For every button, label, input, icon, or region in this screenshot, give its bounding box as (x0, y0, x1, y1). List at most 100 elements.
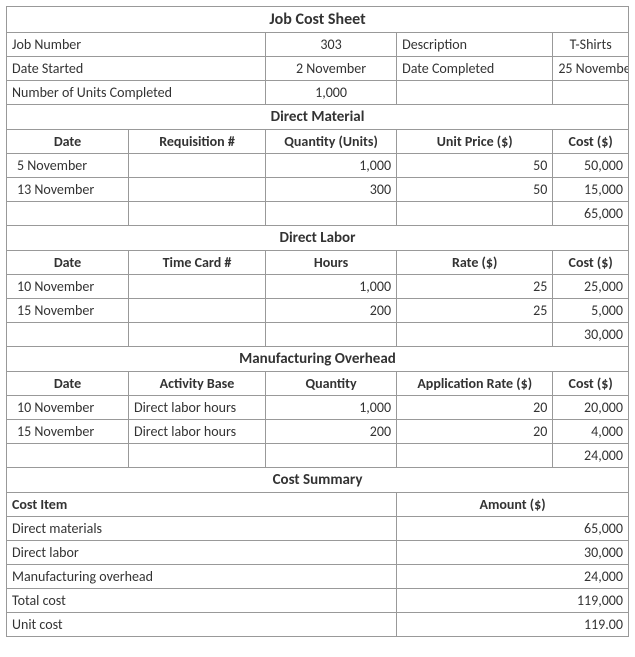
section-direct-material: Direct Material (7, 105, 629, 130)
dl-date: 15 November (7, 299, 129, 323)
dm-hdr-cost: Cost ($) (553, 130, 629, 154)
moh-hdr-qty: Quantity (266, 372, 397, 396)
dl-total-row: 30,000 (7, 323, 629, 347)
summary-amount: 24,000 (397, 565, 629, 589)
summary-amount: 30,000 (397, 541, 629, 565)
dm-price: 50 (397, 154, 553, 178)
blank-cell (128, 202, 265, 226)
dm-hdr-unit-price: Unit Price ($) (397, 130, 553, 154)
dl-tc (128, 299, 265, 323)
dm-qty: 1,000 (266, 154, 397, 178)
table-row: 15 November Direct labor hours 200 20 4,… (7, 420, 629, 444)
blank-cell (7, 444, 129, 468)
moh-hdr-base: Activity Base (128, 372, 265, 396)
dl-cost: 5,000 (553, 299, 629, 323)
dl-hdr-hours: Hours (266, 251, 397, 275)
dm-qty: 300 (266, 178, 397, 202)
moh-rate: 20 (397, 396, 553, 420)
dl-hdr-timecard: Time Card # (128, 251, 265, 275)
blank-cell (397, 444, 553, 468)
dl-rate: 25 (397, 299, 553, 323)
moh-qty: 200 (266, 420, 397, 444)
blank-cell (128, 323, 265, 347)
moh-total-row: 24,000 (7, 444, 629, 468)
blank-cell (397, 323, 553, 347)
value-description: T-Shirts (553, 33, 629, 57)
label-date-completed: Date Completed (397, 57, 553, 81)
blank-cell (397, 81, 553, 105)
dl-rate: 25 (397, 275, 553, 299)
moh-base: Direct labor hours (128, 420, 265, 444)
label-job-number: Job Number (7, 33, 266, 57)
table-row: Direct materials 65,000 (7, 517, 629, 541)
value-job-number: 303 (266, 33, 397, 57)
dl-hdr-rate: Rate ($) (397, 251, 553, 275)
moh-rate: 20 (397, 420, 553, 444)
dl-hdr-date: Date (7, 251, 129, 275)
blank-cell (397, 202, 553, 226)
summary-hdr-amount: Amount ($) (397, 493, 629, 517)
sheet-title: Job Cost Sheet (7, 7, 629, 33)
blank-cell (553, 81, 629, 105)
label-description: Description (397, 33, 553, 57)
dl-hrs: 1,000 (266, 275, 397, 299)
blank-cell (266, 202, 397, 226)
summary-item: Direct labor (7, 541, 397, 565)
dl-hrs: 200 (266, 299, 397, 323)
dl-date: 10 November (7, 275, 129, 299)
moh-date: 10 November (7, 396, 129, 420)
blank-cell (7, 202, 129, 226)
dm-cost: 50,000 (553, 154, 629, 178)
moh-cost: 20,000 (553, 396, 629, 420)
summary-hdr-item: Cost Item (7, 493, 397, 517)
dl-total: 30,000 (553, 323, 629, 347)
value-date-started: 2 November (266, 57, 397, 81)
table-row: 10 November 1,000 25 25,000 (7, 275, 629, 299)
table-row: Total cost 119,000 (7, 589, 629, 613)
section-cost-summary: Cost Summary (7, 468, 629, 493)
moh-base: Direct labor hours (128, 396, 265, 420)
dm-hdr-requisition: Requisition # (128, 130, 265, 154)
label-date-started: Date Started (7, 57, 266, 81)
blank-cell (128, 444, 265, 468)
table-row: Direct labor 30,000 (7, 541, 629, 565)
dm-total-row: 65,000 (7, 202, 629, 226)
blank-cell (266, 323, 397, 347)
dm-date: 13 November (7, 178, 129, 202)
dm-hdr-date: Date (7, 130, 129, 154)
blank-cell (7, 323, 129, 347)
section-direct-labor: Direct Labor (7, 226, 629, 251)
moh-qty: 1,000 (266, 396, 397, 420)
table-row: Unit cost 119.00 (7, 613, 629, 637)
table-row: 10 November Direct labor hours 1,000 20 … (7, 396, 629, 420)
moh-cost: 4,000 (553, 420, 629, 444)
dm-total: 65,000 (553, 202, 629, 226)
summary-item: Unit cost (7, 613, 397, 637)
dm-req (128, 154, 265, 178)
job-cost-sheet: Job Cost Sheet Job Number 303 Descriptio… (6, 6, 629, 637)
moh-hdr-date: Date (7, 372, 129, 396)
table-row: 5 November 1,000 50 50,000 (7, 154, 629, 178)
summary-item: Manufacturing overhead (7, 565, 397, 589)
dm-price: 50 (397, 178, 553, 202)
dm-req (128, 178, 265, 202)
dl-tc (128, 275, 265, 299)
table-row: 13 November 300 50 15,000 (7, 178, 629, 202)
summary-item: Direct materials (7, 517, 397, 541)
summary-amount: 65,000 (397, 517, 629, 541)
table-row: 15 November 200 25 5,000 (7, 299, 629, 323)
label-units-completed: Number of Units Completed (7, 81, 266, 105)
moh-total: 24,000 (553, 444, 629, 468)
summary-amount: 119.00 (397, 613, 629, 637)
summary-item: Total cost (7, 589, 397, 613)
dm-hdr-quantity: Quantity (Units) (266, 130, 397, 154)
dm-date: 5 November (7, 154, 129, 178)
dl-cost: 25,000 (553, 275, 629, 299)
value-units-completed: 1,000 (266, 81, 397, 105)
moh-hdr-rate: Application Rate ($) (397, 372, 553, 396)
blank-cell (266, 444, 397, 468)
value-date-completed: 25 November (553, 57, 629, 81)
dm-cost: 15,000 (553, 178, 629, 202)
moh-hdr-cost: Cost ($) (553, 372, 629, 396)
table-row: Manufacturing overhead 24,000 (7, 565, 629, 589)
